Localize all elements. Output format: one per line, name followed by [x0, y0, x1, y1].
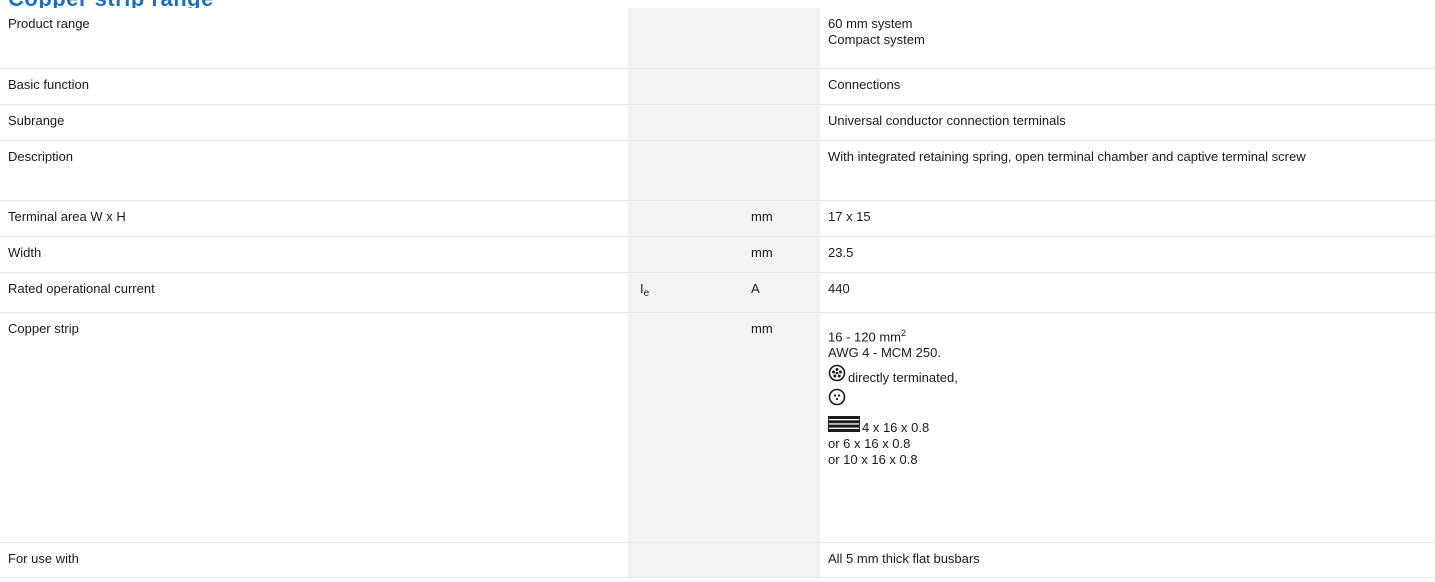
strip-first-text: 4 x 16 x 0.8	[862, 419, 930, 435]
value-line: 60 mm system	[828, 16, 913, 31]
solid-conductor-icon	[828, 388, 846, 406]
table-row: Copper strip mm 16 - 120 mm2 AWG 4 - MCM…	[0, 312, 1435, 543]
row-unit: mm	[747, 236, 820, 273]
row-symbol	[628, 140, 747, 201]
row-symbol	[628, 8, 747, 69]
page-title: Copper strip range	[8, 0, 214, 8]
row-unit: mm	[747, 200, 820, 237]
solid-line	[828, 388, 1427, 406]
row-unit	[747, 8, 820, 69]
row-value: With integrated retaining spring, open t…	[820, 140, 1435, 201]
row-label: Rated operational current	[0, 272, 628, 313]
strip-line: 4 x 16 x 0.8	[828, 415, 1427, 435]
table-row: Width mm 23.5	[0, 236, 1435, 273]
table-row: Product range 60 mm system Compact syste…	[0, 8, 1435, 69]
awg-line: AWG 4 - MCM 250.	[828, 344, 941, 360]
row-unit	[747, 542, 820, 578]
row-value: 60 mm system Compact system	[820, 8, 1435, 69]
row-label: Width	[0, 236, 628, 273]
row-symbol	[628, 236, 747, 273]
row-symbol	[628, 542, 747, 578]
stranded-line: directly terminated,	[828, 364, 1427, 385]
row-symbol: Ie	[628, 272, 747, 313]
row-label: Basic function	[0, 68, 628, 105]
lamellar-strip-icon	[828, 415, 860, 432]
row-label: Product range	[0, 8, 628, 69]
title-bar: Copper strip range	[0, 0, 1435, 8]
table-row: Terminal area W x H mm 17 x 15	[0, 200, 1435, 237]
row-label: Subrange	[0, 104, 628, 141]
row-symbol	[628, 104, 747, 141]
row-value: All 5 mm thick flat busbars	[820, 542, 1435, 578]
row-symbol	[628, 68, 747, 105]
row-label: Copper strip	[0, 312, 628, 543]
cross-section-text: 16 - 120 mm	[828, 328, 901, 344]
row-value: 16 - 120 mm2 AWG 4 - MCM 250. directly t…	[820, 312, 1435, 543]
spec-table: Product range 60 mm system Compact syste…	[0, 8, 1435, 578]
row-value: 440	[820, 272, 1435, 313]
row-unit: mm	[747, 312, 820, 543]
row-symbol	[628, 200, 747, 237]
row-value: Universal conductor connection terminals	[820, 104, 1435, 141]
table-row: Rated operational current Ie A 440	[0, 272, 1435, 313]
row-value: 23.5	[820, 236, 1435, 273]
row-unit	[747, 68, 820, 105]
table-row: Description With integrated retaining sp…	[0, 140, 1435, 201]
row-unit	[747, 140, 820, 201]
row-label: Description	[0, 140, 628, 201]
strip-alt-line: or 6 x 16 x 0.8	[828, 435, 911, 451]
row-value: Connections	[820, 68, 1435, 105]
strip-alt-line: or 10 x 16 x 0.8	[828, 451, 918, 467]
row-label: For use with	[0, 542, 628, 578]
directly-terminated-text: directly terminated,	[848, 369, 958, 385]
row-unit: A	[747, 272, 820, 313]
row-unit	[747, 104, 820, 141]
table-row: Subrange Universal conductor connection …	[0, 104, 1435, 141]
symbol-subscript: e	[643, 287, 650, 299]
row-symbol	[628, 312, 747, 543]
table-row: Basic function Connections	[0, 68, 1435, 105]
table-row: For use with All 5 mm thick flat busbars	[0, 542, 1435, 578]
row-value: 17 x 15	[820, 200, 1435, 237]
value-line: Compact system	[828, 32, 925, 47]
row-label: Terminal area W x H	[0, 200, 628, 237]
cross-section-sup: 2	[900, 327, 906, 338]
stranded-conductor-icon	[828, 364, 846, 382]
cross-section-line: 16 - 120 mm2	[828, 325, 1427, 345]
